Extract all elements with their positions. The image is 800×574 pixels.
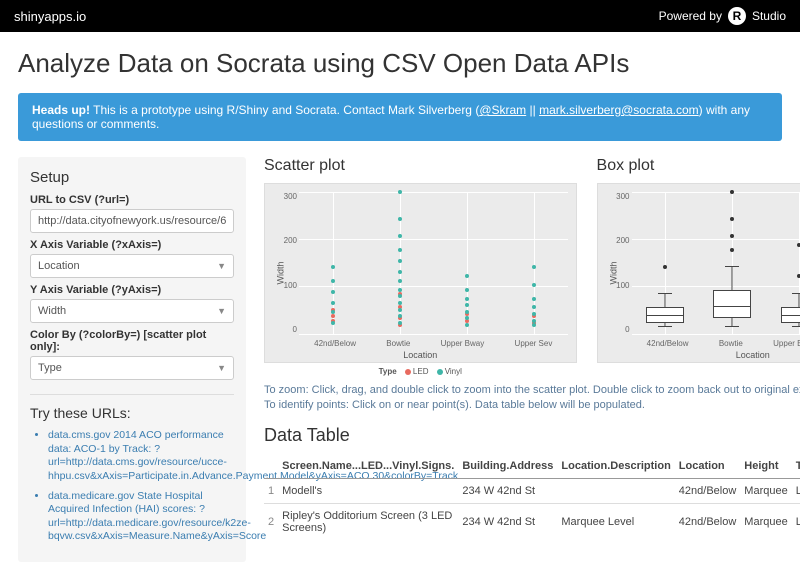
y-axis-label: Width <box>276 261 286 284</box>
identify-hint: To identify points: Click on or near poi… <box>264 399 800 411</box>
alert-banner: Heads up! This is a prototype using R/Sh… <box>18 93 782 141</box>
table-row[interactable]: 1Modell's234 W 42nd St42nd/BelowMarqueeL… <box>264 479 800 504</box>
setup-header: Setup <box>30 169 234 186</box>
try-urls-list: data.cms.gov 2014 ACO performance data: … <box>30 429 234 544</box>
y-axis-label: Width <box>608 261 618 284</box>
table-header[interactable]: Type <box>792 454 800 479</box>
x-axis-label: Location <box>403 350 437 360</box>
caret-icon: ▼ <box>217 306 226 316</box>
scatter-title: Scatter plot <box>264 157 577 175</box>
xaxis-value: Location <box>38 260 80 272</box>
x-ticks: 42nd/BelowBowtieUpper BwayUpper Sev <box>299 339 568 348</box>
try-urls-header: Try these URLs: <box>30 405 234 421</box>
url-label: URL to CSV (?url=) <box>30 194 234 206</box>
url-input[interactable] <box>30 209 234 233</box>
brand[interactable]: shinyapps.io <box>14 9 86 24</box>
table-header[interactable]: Location.Description <box>557 454 674 479</box>
rstudio-label: Studio <box>752 9 786 23</box>
powered-label: Powered by <box>659 9 722 23</box>
try-url-item: data.medicare.gov State Hospital Acquire… <box>48 490 234 545</box>
main-content: Scatter plot 3002001000 42nd/BelowBowtie… <box>264 157 800 562</box>
sidebar: Setup URL to CSV (?url=) X Axis Variable… <box>18 157 246 562</box>
scatter-legend: Type LED Vinyl <box>264 367 577 376</box>
table-header[interactable]: Location <box>675 454 741 479</box>
colorby-select[interactable]: Type ▼ <box>30 356 234 380</box>
box-block: Box plot 3002001000 42nd/BelowBowtieUppe… <box>597 157 800 376</box>
table-header[interactable]: Screen.Name...LED...Vinyl.Signs. <box>278 454 458 479</box>
x-axis-label: Location <box>736 350 770 360</box>
data-table: Screen.Name...LED...Vinyl.Signs.Building… <box>264 454 800 540</box>
scatter-block: Scatter plot 3002001000 42nd/BelowBowtie… <box>264 157 577 376</box>
zoom-hint: To zoom: Click, drag, and double click t… <box>264 384 800 396</box>
x-ticks: 42nd/BelowBowtieUpper BwayUpper Sev <box>632 339 800 348</box>
alert-bold: Heads up! <box>32 103 90 117</box>
alert-handle-link[interactable]: @Skram <box>479 103 526 117</box>
xaxis-select[interactable]: Location ▼ <box>30 254 234 278</box>
box-plot[interactable]: 3002001000 42nd/BelowBowtieUpper BwayUpp… <box>597 183 800 363</box>
try-url-link[interactable]: data.medicare.gov State Hospital Acquire… <box>48 490 266 543</box>
box-title: Box plot <box>597 157 800 175</box>
colorby-label: Color By (?colorBy=) [scatter plot only]… <box>30 329 234 353</box>
datatable-title: Data Table <box>264 425 800 446</box>
xaxis-label: X Axis Variable (?xAxis=) <box>30 239 234 251</box>
scatter-plot[interactable]: 3002001000 42nd/BelowBowtieUpper BwayUpp… <box>264 183 577 363</box>
table-header[interactable]: Building.Address <box>458 454 557 479</box>
yaxis-value: Width <box>38 305 66 317</box>
colorby-value: Type <box>38 362 62 374</box>
alert-email-link[interactable]: mark.silverberg@socrata.com <box>539 103 699 117</box>
try-url-item: data.cms.gov 2014 ACO performance data: … <box>48 429 234 484</box>
topbar: shinyapps.io Powered by R Studio <box>0 0 800 32</box>
page-title: Analyze Data on Socrata using CSV Open D… <box>18 48 782 79</box>
rstudio-icon: R <box>728 7 746 25</box>
caret-icon: ▼ <box>217 363 226 373</box>
powered-by: Powered by R Studio <box>659 7 786 25</box>
alert-sep: || <box>526 103 539 117</box>
table-header[interactable]: Height <box>740 454 791 479</box>
caret-icon: ▼ <box>217 261 226 271</box>
yaxis-select[interactable]: Width ▼ <box>30 299 234 323</box>
datatable-section: Data Table Screen.Name...LED...Vinyl.Sig… <box>264 425 800 540</box>
table-row[interactable]: 2Ripley's Odditorium Screen (3 LED Scree… <box>264 504 800 541</box>
alert-text: This is a prototype using R/Shiny and So… <box>93 103 479 117</box>
yaxis-label: Y Axis Variable (?yAxis=) <box>30 284 234 296</box>
